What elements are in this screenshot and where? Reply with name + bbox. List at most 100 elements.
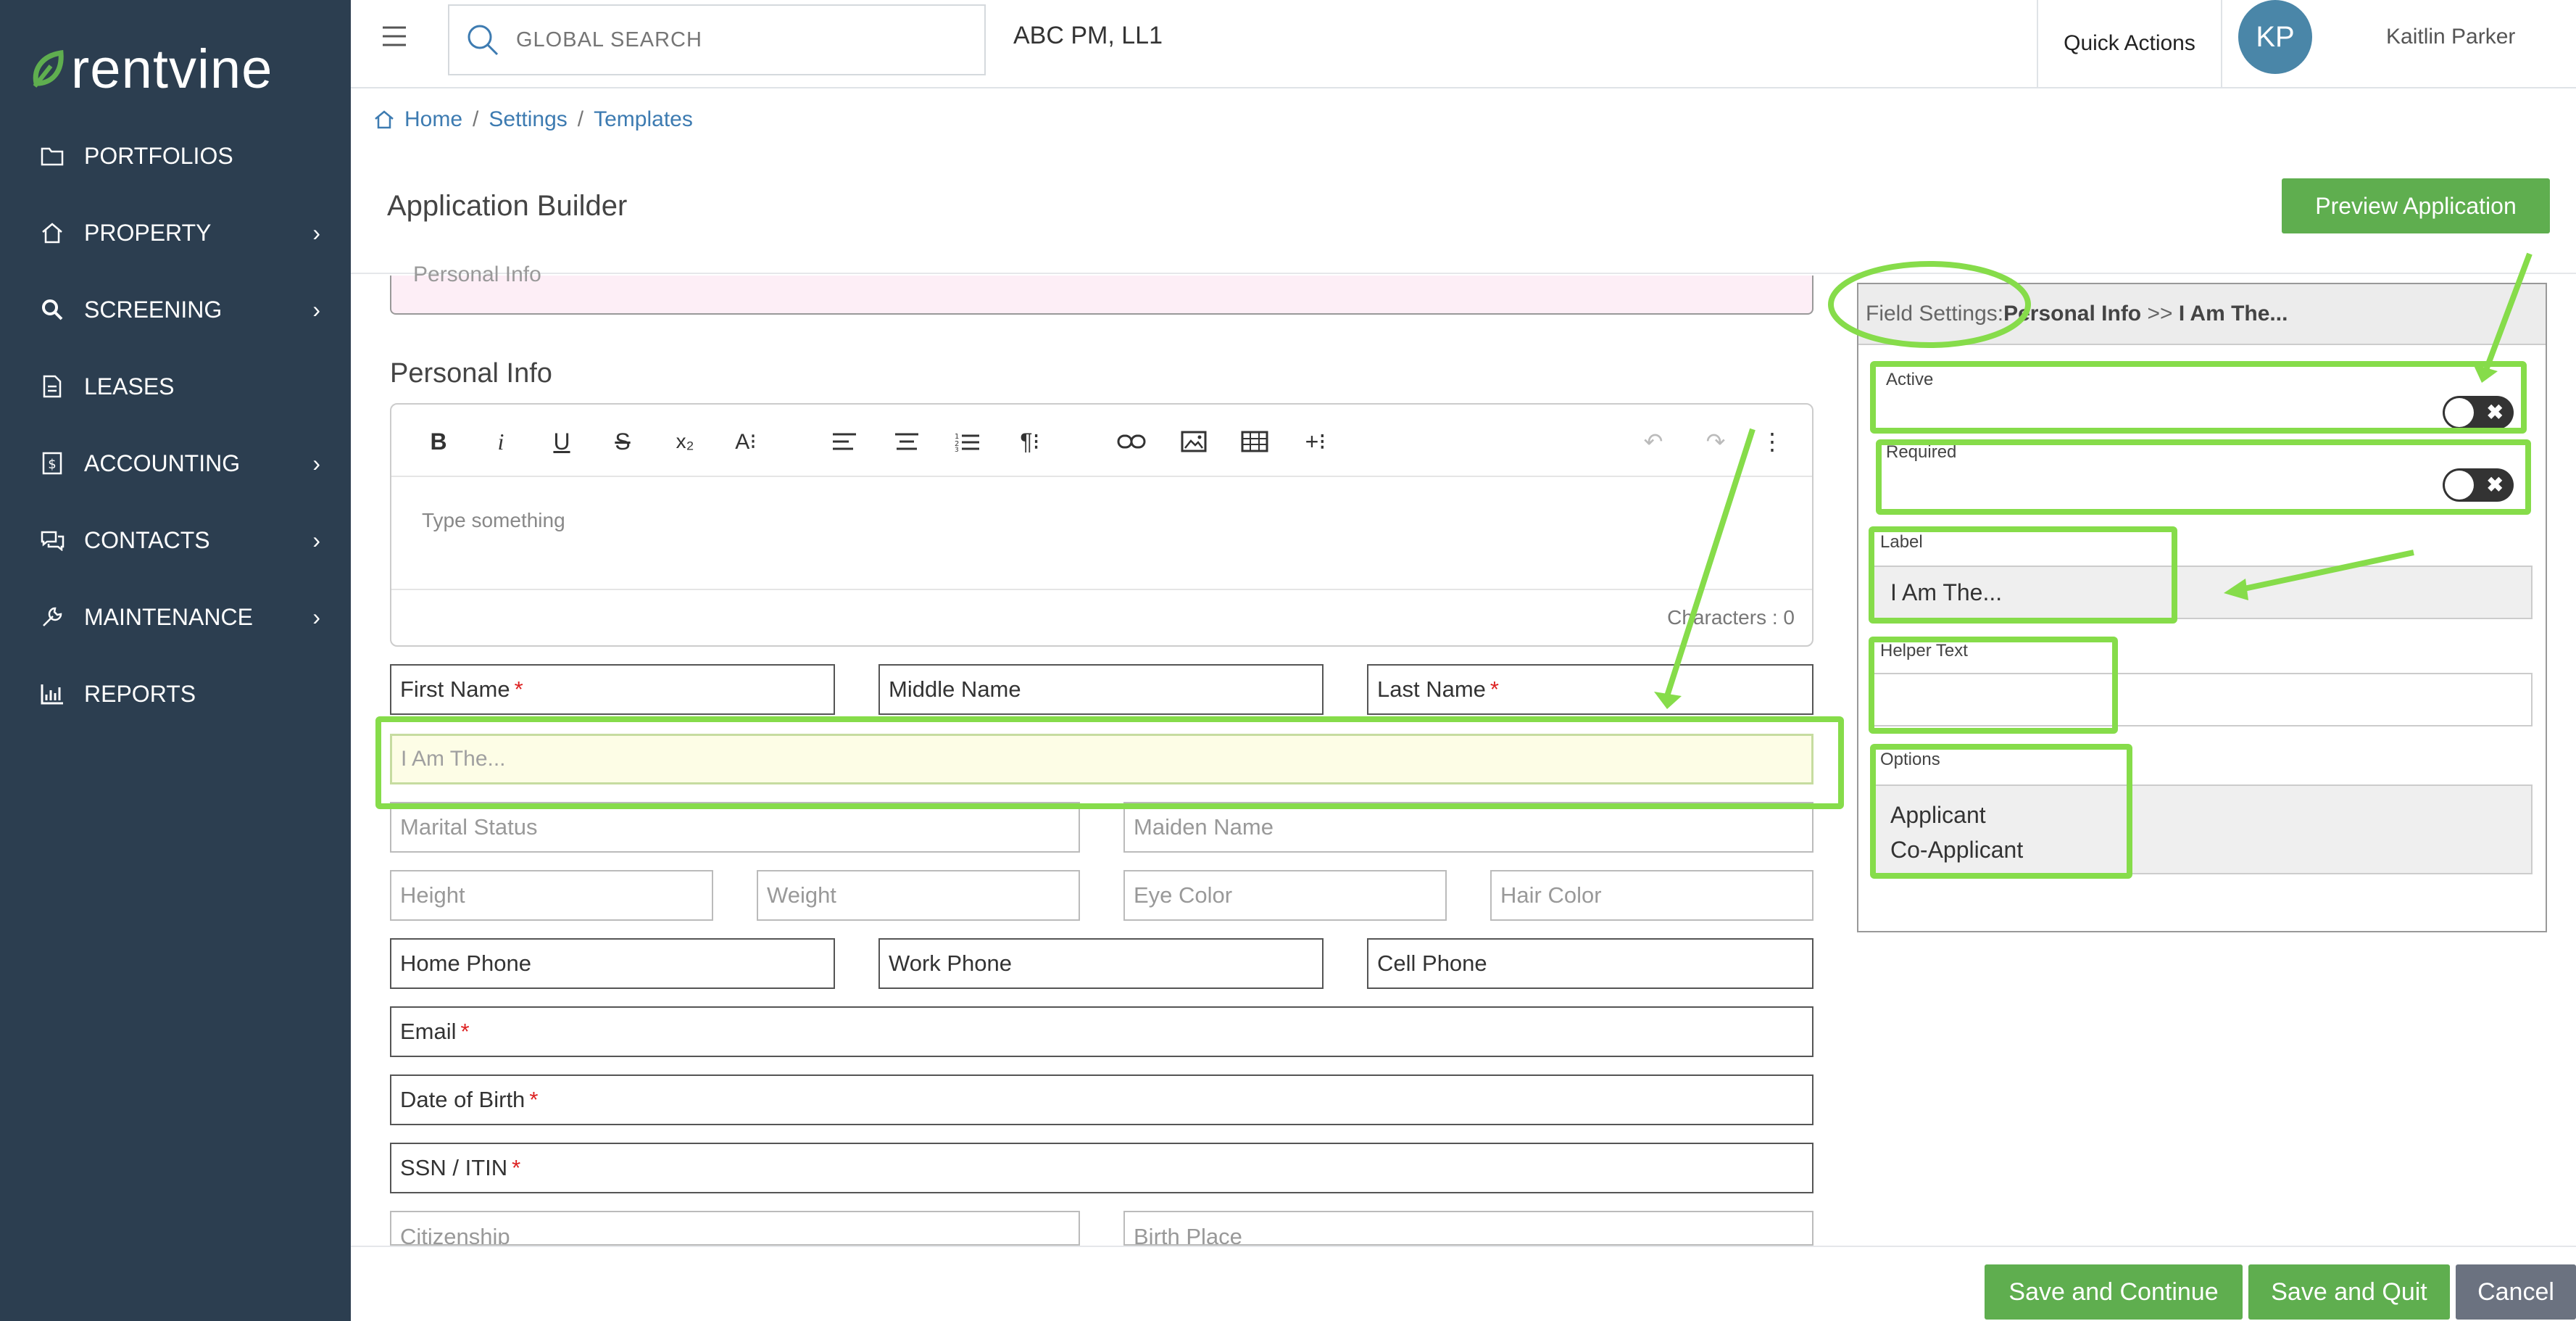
avatar[interactable]: KP — [2238, 0, 2312, 74]
settings-head-separator: >> — [2141, 302, 2179, 326]
insert-more-icon[interactable]: +⁝ — [1297, 425, 1334, 458]
align-center-icon[interactable] — [889, 425, 925, 458]
sidebar-item-contacts[interactable]: CONTACTS › — [0, 508, 351, 573]
more-options-icon[interactable]: ⋮ — [1754, 425, 1790, 458]
svg-text:3: 3 — [955, 447, 959, 452]
undo-icon[interactable]: ↶ — [1635, 425, 1671, 458]
breadcrumb-templates[interactable]: Templates — [594, 107, 693, 132]
sidebar-item-leases[interactable]: LEASES — [0, 354, 351, 419]
sidebar-item-screening[interactable]: SCREENING › — [0, 277, 351, 342]
svg-text:$: $ — [48, 457, 56, 472]
middle-name-field[interactable]: Middle Name — [878, 664, 1324, 715]
rentvine-logo[interactable]: rentvine — [29, 36, 273, 102]
last-name-field[interactable]: Last Name * — [1367, 664, 1813, 715]
strikethrough-icon[interactable]: S — [604, 425, 641, 458]
header-divider — [351, 273, 2576, 274]
rich-text-editor[interactable]: B i U S x₂ A⁝ 123 ¶⁝ +⁝ ↶ ↷ ⋮ Type somet… — [390, 403, 1813, 647]
ssn-itin-field[interactable]: SSN / ITIN * — [390, 1143, 1813, 1193]
i-am-the-field[interactable]: I Am The... — [390, 734, 1813, 784]
folder-icon — [38, 141, 67, 170]
breadcrumb-home[interactable]: Home — [404, 107, 462, 132]
section-banner-label: Personal Info — [413, 262, 541, 286]
settings-head-field: I Am The... — [2178, 302, 2288, 326]
close-icon: ✖ — [2486, 473, 2504, 496]
editor-divider — [391, 589, 1812, 590]
toggle-knob — [2445, 471, 2474, 500]
bottom-action-bar: Save and Continue Save and Quit Cancel — [351, 1246, 2576, 1321]
global-search-input[interactable] — [515, 27, 950, 53]
redo-icon[interactable]: ↷ — [1698, 425, 1734, 458]
weight-field[interactable]: Weight — [757, 870, 1080, 921]
document-icon — [38, 372, 67, 401]
sidebar-item-maintenance[interactable]: MAINTENANCE › — [0, 584, 351, 650]
field-label: Work Phone — [889, 951, 1013, 976]
sidebar-item-label: PORTFOLIOS — [84, 142, 233, 169]
first-name-field[interactable]: First Name * — [390, 664, 835, 715]
field-label: Middle Name — [889, 676, 1021, 702]
bold-icon[interactable]: B — [420, 425, 457, 458]
birth-place-field[interactable]: Birth Place — [1123, 1211, 1813, 1246]
breadcrumb-separator: / — [473, 107, 479, 131]
sidebar-item-accounting[interactable]: $ ACCOUNTING › — [0, 431, 351, 496]
settings-head-section: Personal Info — [2003, 302, 2142, 326]
email-field[interactable]: Email * — [390, 1006, 1813, 1057]
date-of-birth-field[interactable]: Date of Birth * — [390, 1074, 1813, 1125]
field-label: Last Name — [1377, 676, 1486, 702]
hair-color-field[interactable]: Hair Color — [1490, 870, 1813, 921]
marital-status-field[interactable]: Marital Status — [390, 802, 1080, 853]
leaf-logo-icon — [33, 49, 64, 88]
settings-head-prefix: Field Settings: — [1866, 302, 2004, 326]
table-icon[interactable] — [1237, 425, 1273, 458]
breadcrumb-settings[interactable]: Settings — [489, 107, 567, 132]
options-textarea[interactable]: Applicant Co-Applicant — [1871, 784, 2533, 874]
maiden-name-field[interactable]: Maiden Name — [1123, 802, 1813, 853]
label-label: Label — [1880, 532, 1923, 552]
ordered-list-icon[interactable]: 123 — [950, 425, 986, 458]
breadcrumb-separator: / — [577, 107, 584, 131]
cancel-button[interactable]: Cancel — [2456, 1264, 2576, 1320]
hamburger-menu-icon[interactable] — [380, 22, 409, 51]
home-phone-field[interactable]: Home Phone — [390, 938, 835, 989]
sidebar-item-label: ACCOUNTING — [84, 450, 241, 476]
work-phone-field[interactable]: Work Phone — [878, 938, 1324, 989]
character-count: Characters : 0 — [1667, 606, 1795, 629]
helper-text-input[interactable] — [1871, 673, 2533, 726]
editor-toolbar: B i U S x₂ A⁝ 123 ¶⁝ +⁝ ↶ ↷ ⋮ — [391, 405, 1812, 477]
font-size-icon[interactable]: A⁝ — [728, 425, 764, 458]
section-banner[interactable]: Personal Info — [390, 262, 1813, 315]
quick-actions-button[interactable]: Quick Actions — [2037, 0, 2222, 87]
eye-color-field[interactable]: Eye Color — [1123, 870, 1447, 921]
field-label: Home Phone — [400, 951, 531, 976]
sidebar-item-portfolios[interactable]: PORTFOLIOS — [0, 123, 351, 189]
company-selector[interactable]: ABC PM, LL1 — [1013, 22, 1163, 50]
subscript-icon[interactable]: x₂ — [667, 425, 703, 458]
field-label: Maiden Name — [1134, 814, 1274, 840]
height-field[interactable]: Height — [390, 870, 713, 921]
citizenship-field[interactable]: Citizenship — [390, 1211, 1080, 1246]
field-label: First Name — [400, 676, 510, 702]
sidebar-item-property[interactable]: PROPERTY › — [0, 200, 351, 265]
home-icon — [38, 218, 67, 247]
italic-icon[interactable]: i — [483, 425, 519, 458]
save-and-quit-button[interactable]: Save and Quit — [2248, 1264, 2450, 1320]
underline-icon[interactable]: U — [544, 425, 580, 458]
required-mark: * — [529, 1087, 539, 1112]
close-icon: ✖ — [2486, 401, 2504, 423]
field-label: Cell Phone — [1377, 951, 1487, 976]
section-title: Personal Info — [390, 358, 552, 389]
chevron-right-icon: › — [312, 603, 320, 630]
active-toggle[interactable]: ✖ — [2443, 396, 2514, 429]
paragraph-icon[interactable]: ¶⁝ — [1012, 425, 1048, 458]
link-icon[interactable] — [1113, 425, 1150, 458]
label-input[interactable]: I Am The... — [1871, 566, 2533, 619]
field-label: I Am The... — [401, 747, 506, 771]
preview-application-button[interactable]: Preview Application — [2282, 178, 2550, 233]
image-icon[interactable] — [1176, 425, 1212, 458]
save-and-continue-button[interactable]: Save and Continue — [1985, 1264, 2243, 1320]
cell-phone-field[interactable]: Cell Phone — [1367, 938, 1813, 989]
required-toggle[interactable]: ✖ — [2443, 468, 2514, 502]
global-search[interactable] — [448, 4, 986, 75]
sidebar-item-reports[interactable]: REPORTS — [0, 661, 351, 726]
align-left-icon[interactable] — [826, 425, 863, 458]
user-name[interactable]: Kaitlin Parker — [2386, 25, 2515, 49]
